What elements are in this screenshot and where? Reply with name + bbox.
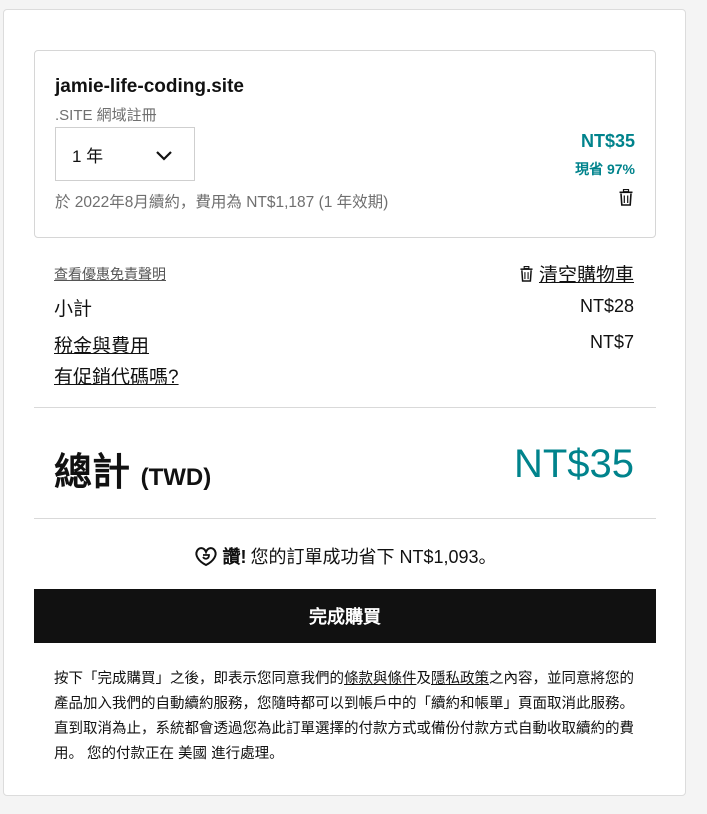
trash-icon[interactable] xyxy=(619,189,633,206)
privacy-link[interactable]: 隱私政策 xyxy=(431,671,489,687)
renewal-note: 於 2022年8月續約，費用為 NT$1,187 (1 年效期) xyxy=(55,194,389,211)
domain-name: jamie-life-coding.site xyxy=(55,76,244,97)
subtotal-label: 小計 xyxy=(54,299,93,320)
checkout-panel: jamie-life-coding.site .SITE 網域註冊 1 年 於 … xyxy=(3,9,686,796)
terms-link[interactable]: 條款與條件 xyxy=(344,671,417,687)
divider xyxy=(34,518,656,519)
savings-text: 您的訂單成功省下 NT$1,093。 xyxy=(250,547,497,567)
legal-and: 及 xyxy=(416,671,432,687)
chevron-down-icon xyxy=(156,151,172,161)
legal-text-part1: 按下「完成購買」之後，即表示您同意我們的 xyxy=(54,671,344,687)
total-value: NT$35 xyxy=(513,442,634,486)
item-price: NT$35 xyxy=(580,131,635,151)
taxes-fees-link[interactable]: 稅金與費用 xyxy=(54,331,149,358)
savings-percent: 現省 97% xyxy=(575,161,635,177)
total-currency: (TWD) xyxy=(140,464,212,491)
clear-cart-button[interactable]: 清空購物車 xyxy=(520,260,634,287)
godaddy-logo-icon xyxy=(195,547,218,567)
total-label: 總計 (TWD) xyxy=(54,441,211,496)
discount-disclaimer-link[interactable]: 查看優惠免責聲明 xyxy=(54,264,166,284)
cart-item-card: jamie-life-coding.site .SITE 網域註冊 1 年 於 … xyxy=(34,50,656,238)
complete-purchase-button[interactable]: 完成購買 xyxy=(34,589,656,643)
taxes-value: NT$7 xyxy=(589,332,634,352)
term-selected-value: 1 年 xyxy=(72,146,104,166)
subtotal-value: NT$28 xyxy=(579,296,634,316)
total-label-text: 總計 xyxy=(54,452,131,494)
clear-cart-label: 清空購物車 xyxy=(538,265,634,286)
savings-exclaim: 讚! xyxy=(222,547,247,567)
promo-code-link[interactable]: 有促銷代碼嗎? xyxy=(54,362,179,389)
legal-text: 按下「完成購買」之後，即表示您同意我們的條款與條件及隱私政策之內容，並同意將您的… xyxy=(54,667,644,767)
divider xyxy=(34,407,656,408)
trash-icon xyxy=(520,265,533,282)
savings-banner: 讚! 您的訂單成功省下 NT$1,093。 xyxy=(4,543,687,569)
product-type: .SITE 網域註冊 xyxy=(55,107,157,124)
term-select[interactable]: 1 年 xyxy=(55,127,195,181)
